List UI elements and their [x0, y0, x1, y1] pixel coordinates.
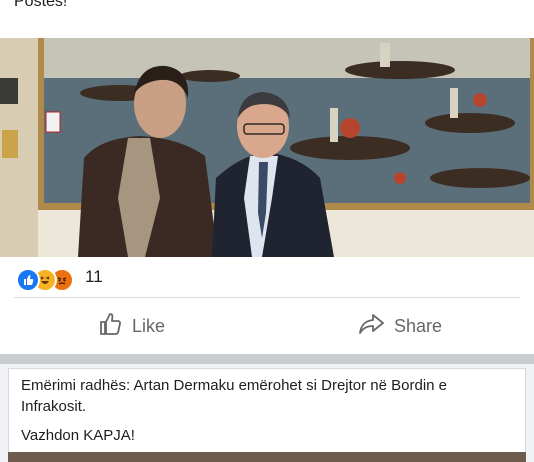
photo-image	[0, 38, 534, 257]
reactions-summary[interactable]: 11	[0, 257, 534, 297]
next-post-text: Emërimi radhës: Artan Dermaku emërohet s…	[21, 375, 515, 454]
feed-separator	[0, 354, 534, 364]
like-reaction-icon	[16, 268, 40, 292]
post-photo[interactable]	[0, 38, 534, 257]
next-post-line-2: Vazhdon KAPJA!	[21, 427, 135, 444]
share-label: Share	[394, 315, 443, 336]
like-label: Like	[132, 315, 166, 336]
next-post-photo-edge	[8, 452, 526, 462]
thumbs-up-icon	[98, 311, 124, 342]
post-actions-bar: Like Share	[0, 298, 534, 354]
post-text-header: Postës!	[0, 0, 534, 38]
next-post-line-1: Emërimi radhës: Artan Dermaku emërohet s…	[21, 377, 448, 415]
post-text: Postës!	[14, 0, 68, 10]
share-arrow-icon	[358, 311, 386, 342]
reaction-icons[interactable]	[16, 268, 82, 292]
share-button[interactable]: Share	[358, 310, 442, 342]
next-post-card: Emërimi radhës: Artan Dermaku emërohet s…	[8, 368, 526, 462]
reaction-count[interactable]: 11	[85, 267, 103, 287]
like-button[interactable]: Like	[98, 310, 165, 342]
next-post: Emërimi radhës: Artan Dermaku emërohet s…	[0, 364, 534, 462]
